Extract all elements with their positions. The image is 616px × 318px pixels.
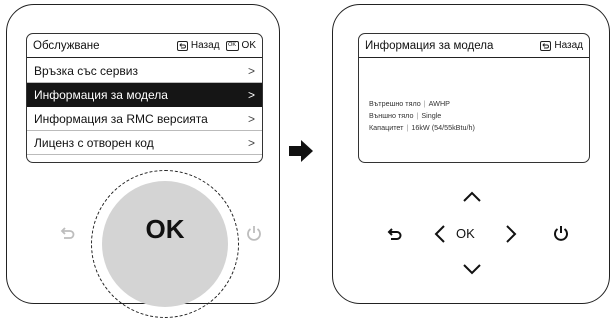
power-hardware-icon[interactable] bbox=[552, 224, 570, 247]
ok-icon: OK bbox=[225, 40, 239, 51]
info-key: Капацитет bbox=[369, 123, 404, 132]
back-button[interactable]: Назад bbox=[540, 40, 583, 51]
back-label: Назад bbox=[190, 40, 220, 51]
separator: | bbox=[423, 99, 426, 108]
right-arrow-button[interactable] bbox=[505, 224, 517, 249]
service-menu: Връзка със сервиз > Информация за модела… bbox=[27, 59, 262, 155]
info-row: Вътрешно тяло | AWHP bbox=[369, 98, 475, 110]
down-arrow-button[interactable] bbox=[462, 262, 482, 280]
menu-item-model-info[interactable]: Информация за модела > bbox=[27, 83, 262, 107]
ok-button-header[interactable]: OK OK bbox=[225, 40, 256, 51]
right-screen: Информация за модела Назад Вътрешно тяло… bbox=[358, 33, 590, 163]
chevron-right-icon: > bbox=[247, 63, 255, 78]
chevron-right-icon: > bbox=[247, 87, 255, 102]
screen-title: Информация за модела bbox=[365, 39, 494, 52]
info-value: Single bbox=[421, 111, 442, 120]
transition-arrow-icon bbox=[287, 136, 317, 171]
info-row: Капацитет | 16kW (54/55kBtu/h) bbox=[369, 122, 475, 134]
model-info-list: Вътрешно тяло | AWHP Външно тяло | Single Ка… bbox=[369, 98, 475, 134]
menu-item-rmc-version[interactable]: Информация за RMC версията > bbox=[27, 107, 262, 131]
menu-item-label: Информация за RMC версията bbox=[34, 111, 208, 126]
back-button[interactable]: Назад bbox=[176, 40, 220, 51]
info-key: Външно тяло bbox=[369, 111, 414, 120]
chevron-right-icon: > bbox=[247, 111, 255, 126]
screen-title: Обслужване bbox=[33, 39, 100, 52]
back-label: Назад bbox=[554, 40, 583, 51]
power-hardware-icon[interactable] bbox=[245, 224, 263, 247]
left-screen: Обслужване Назад OK OK Връзка със сервиз… bbox=[26, 33, 263, 163]
left-arrow-button[interactable] bbox=[434, 224, 446, 249]
nav-ok-button[interactable]: OK bbox=[456, 226, 475, 241]
return-icon bbox=[540, 40, 552, 51]
info-row: Външно тяло | Single bbox=[369, 110, 475, 122]
ok-knob-label: OK bbox=[145, 214, 185, 244]
up-arrow-button[interactable] bbox=[462, 190, 482, 208]
chevron-right-icon: > bbox=[247, 135, 255, 150]
info-value: AWHP bbox=[428, 99, 450, 108]
back-hardware-icon[interactable] bbox=[58, 224, 76, 247]
menu-item-label: Връзка със сервиз bbox=[34, 63, 138, 78]
separator: | bbox=[416, 111, 419, 120]
menu-item-service-contact[interactable]: Връзка със сервиз > bbox=[27, 59, 262, 83]
return-icon bbox=[176, 40, 188, 51]
ok-label: OK bbox=[241, 40, 256, 51]
menu-item-label: Информация за модела bbox=[34, 87, 168, 102]
menu-item-label: Лиценз с отворен код bbox=[34, 135, 154, 150]
info-key: Вътрешно тяло bbox=[369, 99, 421, 108]
info-value: 16kW (54/55kBtu/h) bbox=[411, 123, 475, 132]
back-hardware-icon[interactable] bbox=[385, 225, 403, 248]
right-screen-header: Информация за модела Назад bbox=[359, 34, 589, 58]
menu-item-open-source-license[interactable]: Лиценз с отворен код > bbox=[27, 131, 262, 155]
separator: | bbox=[406, 123, 409, 132]
left-screen-header: Обслужване Назад OK OK bbox=[27, 34, 262, 58]
